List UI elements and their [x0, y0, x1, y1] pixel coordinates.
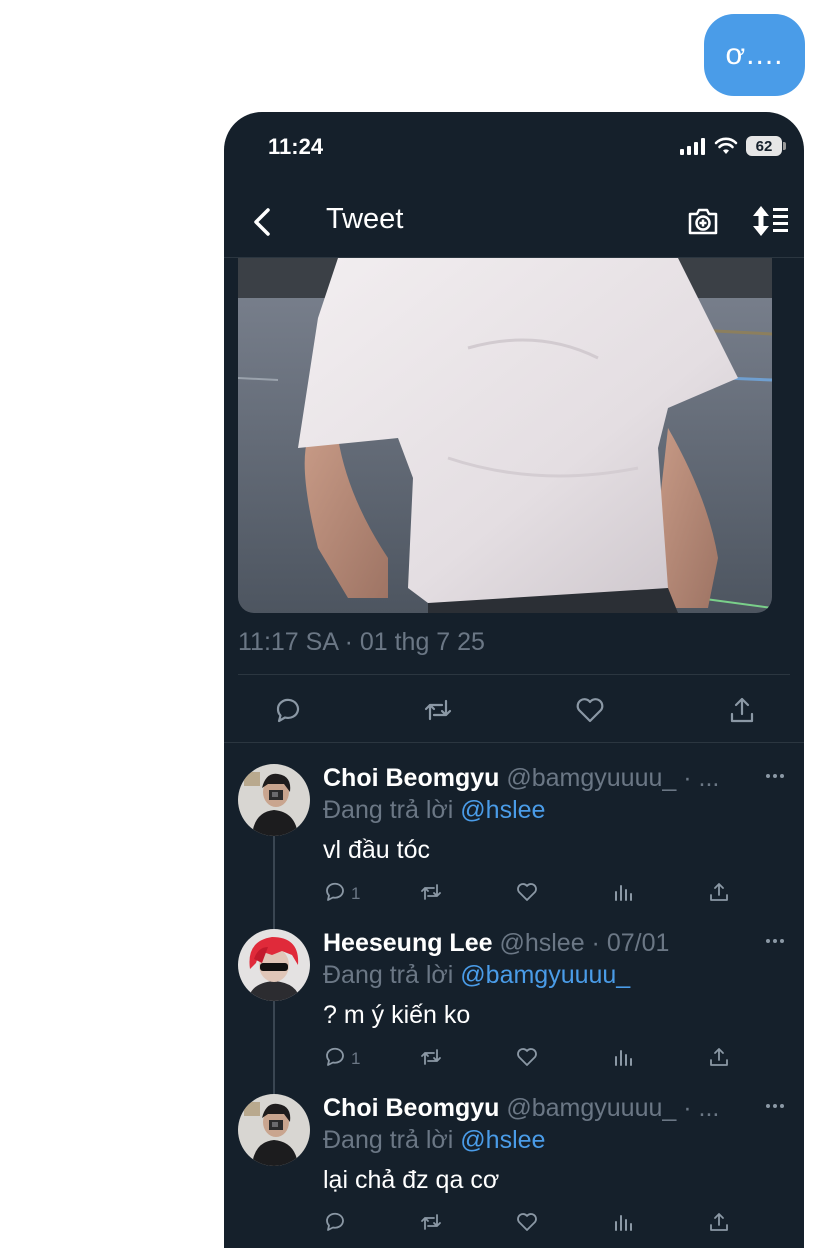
avatar[interactable]	[238, 929, 310, 1001]
more-icon[interactable]	[764, 931, 786, 951]
reply-author-name[interactable]: Choi Beomgyu	[323, 1094, 499, 1122]
reply-icon[interactable]	[323, 1045, 347, 1069]
battery-level: 62	[755, 137, 773, 155]
reply-author-handle: @hslee · 07/01	[499, 929, 670, 957]
retweet-icon[interactable]	[419, 880, 443, 904]
reply-item[interactable]: Choi Beomgyu @bamgyuuuu_ · ... Đang trả …	[224, 744, 804, 909]
share-icon[interactable]	[707, 1045, 731, 1069]
share-icon[interactable]	[707, 1210, 731, 1234]
replying-mention[interactable]: @hslee	[460, 1126, 545, 1154]
replying-to: Đang trả lời @hslee	[323, 796, 545, 825]
reply-icon[interactable]	[323, 1210, 347, 1234]
tweet-screenshot: 11:24 62 Tweet 11:17 SA · 01 thg 7 25 Ch…	[224, 112, 804, 1248]
share-icon[interactable]	[707, 880, 731, 904]
tweet-photo[interactable]	[238, 258, 772, 613]
nav-title: Tweet	[326, 203, 404, 235]
like-icon[interactable]	[515, 1045, 539, 1069]
tweet-action-bar	[224, 684, 804, 740]
replying-prefix: Đang trả lời	[323, 1126, 461, 1154]
signal-icon	[680, 138, 705, 155]
reply-actions: 1	[323, 880, 743, 908]
replying-mention[interactable]: @hslee	[460, 796, 545, 824]
reply-item[interactable]: Choi Beomgyu @bamgyuuuu_ · ... Đang trả …	[224, 1074, 804, 1239]
like-icon[interactable]	[515, 1210, 539, 1234]
reply-text: vl đầu tóc	[323, 836, 431, 864]
camera-plus-icon[interactable]	[686, 204, 720, 238]
avatar[interactable]	[238, 1094, 310, 1166]
reply-count: 1	[351, 1049, 361, 1068]
divider	[238, 674, 790, 675]
reply-text: lại chả đz qa cơ	[323, 1166, 500, 1194]
reply-item[interactable]: Heeseung Lee @hslee · 07/01 Đang trả lời…	[224, 909, 804, 1074]
reply-icon[interactable]	[272, 694, 304, 726]
like-icon[interactable]	[515, 880, 539, 904]
reply-text: ? m ý kiến ko	[323, 1001, 471, 1029]
sort-icon[interactable]	[752, 204, 790, 238]
tweet-photo-image	[238, 258, 772, 613]
nav-bar: Tweet	[224, 188, 804, 258]
reply-author-name[interactable]: Heeseung Lee	[323, 929, 493, 957]
analytics-icon[interactable]	[611, 880, 635, 904]
like-icon[interactable]	[574, 694, 606, 726]
reply-icon[interactable]	[323, 880, 347, 904]
tweet-timestamp: 11:17 SA · 01 thg 7 25	[238, 628, 485, 656]
replying-to: Đang trả lời @bamgyuuuu_	[323, 961, 630, 990]
reply-header: Heeseung Lee @hslee · 07/01	[323, 929, 753, 958]
share-icon[interactable]	[726, 694, 758, 726]
reply-author-name[interactable]: Choi Beomgyu	[323, 764, 499, 792]
retweet-icon[interactable]	[419, 1045, 443, 1069]
reply-actions	[323, 1210, 743, 1238]
replying-prefix: Đang trả lời	[323, 961, 461, 989]
wifi-icon	[714, 137, 738, 154]
avatar[interactable]	[238, 764, 310, 836]
reply-count: 1	[351, 884, 361, 903]
reply-author-handle: @bamgyuuuu_ · ...	[506, 764, 720, 792]
analytics-icon[interactable]	[611, 1210, 635, 1234]
more-icon[interactable]	[764, 766, 786, 786]
battery-icon: 62	[746, 136, 786, 156]
page: ơ.... 11:24 62 Tweet 11:17 SA · 01 thg 7…	[0, 0, 828, 1248]
status-icons: 62	[680, 136, 786, 156]
chat-bubble[interactable]: ơ....	[704, 14, 805, 96]
replying-prefix: Đang trả lời	[323, 796, 461, 824]
retweet-icon[interactable]	[419, 1210, 443, 1234]
reply-author-handle: @bamgyuuuu_ · ...	[506, 1094, 720, 1122]
chat-bubble-text: ơ....	[725, 38, 784, 71]
retweet-icon[interactable]	[422, 694, 454, 726]
analytics-icon[interactable]	[611, 1045, 635, 1069]
replying-to: Đang trả lời @hslee	[323, 1126, 545, 1155]
back-chevron-icon[interactable]	[244, 202, 284, 242]
status-time: 11:24	[268, 134, 324, 159]
divider	[224, 742, 804, 743]
reply-header: Choi Beomgyu @bamgyuuuu_ · ...	[323, 764, 753, 793]
replying-mention[interactable]: @bamgyuuuu_	[460, 961, 630, 989]
reply-header: Choi Beomgyu @bamgyuuuu_ · ...	[323, 1094, 753, 1123]
more-icon[interactable]	[764, 1096, 786, 1116]
reply-actions: 1	[323, 1045, 743, 1073]
